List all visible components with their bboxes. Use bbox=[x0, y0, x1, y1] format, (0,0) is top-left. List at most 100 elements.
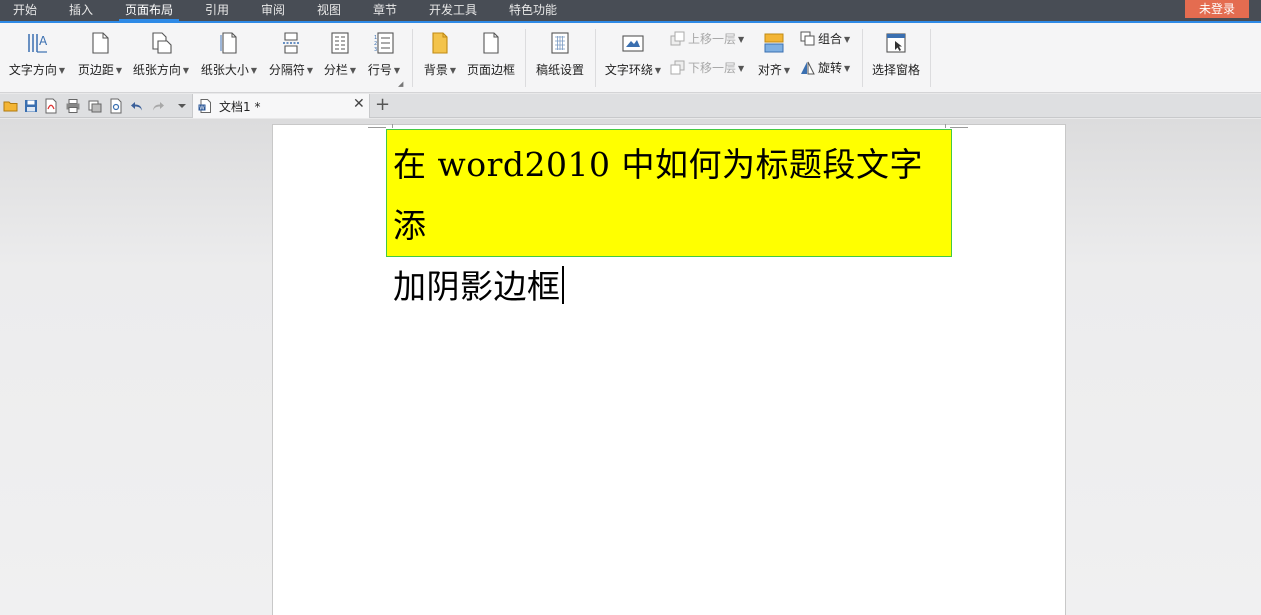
tab-page-layout[interactable]: 页面布局 bbox=[118, 0, 180, 21]
export-pdf-icon[interactable] bbox=[43, 98, 59, 114]
paper-size-label: 纸张大小 bbox=[200, 63, 249, 77]
ribbon-separator bbox=[595, 29, 596, 87]
selection-pane-button[interactable]: 选择窗格 bbox=[868, 23, 924, 93]
rotate-icon bbox=[801, 61, 815, 75]
chevron-down-icon: ▼ bbox=[738, 35, 745, 44]
menu-bar: 开始 插入 页面布局 引用 审阅 视图 章节 开发工具 特色功能 未登录 bbox=[0, 0, 1261, 21]
ribbon: A 文字方向 ▼ 页边距 ▼ 纸张方向 ▼ 纸张大小 ▼ 分隔符 ▼ 分栏 ▼ … bbox=[0, 23, 1261, 93]
title-line-2: 加阴影边框 bbox=[393, 267, 561, 306]
dialog-launcher-icon[interactable]: ◢ bbox=[398, 81, 405, 88]
background-label: 背景 bbox=[423, 63, 448, 77]
bring-forward-button[interactable]: 上移一层 ▼ bbox=[670, 29, 744, 49]
chevron-down-icon: ▼ bbox=[783, 66, 791, 75]
background-button[interactable]: 背景 ▼ bbox=[418, 23, 462, 93]
background-icon bbox=[432, 32, 448, 54]
save-icon[interactable] bbox=[23, 98, 39, 114]
align-label: 对齐 bbox=[757, 63, 782, 77]
new-tab-plus-icon[interactable]: + bbox=[375, 94, 390, 116]
send-backward-icon bbox=[670, 60, 685, 75]
word-document-icon: W bbox=[198, 99, 211, 113]
tab-insert[interactable]: 插入 bbox=[69, 0, 93, 21]
margin-crop-mark bbox=[950, 127, 968, 128]
title-paragraph-text[interactable]: 在 word2010 中如何为标题段文字添 加阴影边框 bbox=[393, 134, 949, 317]
margins-icon bbox=[92, 32, 109, 54]
chevron-down-icon: ▼ bbox=[844, 64, 851, 73]
title-line-1: 在 word2010 中如何为标题段文字添 bbox=[393, 145, 923, 245]
print-icon[interactable] bbox=[65, 98, 81, 114]
text-wrapping-button[interactable]: 文字环绕 ▼ bbox=[602, 23, 664, 93]
manuscript-grid-icon bbox=[551, 32, 569, 54]
document-tab-title: 文档1 * bbox=[219, 100, 261, 114]
document-tab-strip: W 文档1 * ✕ + bbox=[0, 94, 1261, 118]
selection-pane-label: 选择窗格 bbox=[871, 63, 920, 77]
margins-button[interactable]: 页边距 ▼ bbox=[74, 23, 126, 93]
align-icon bbox=[764, 33, 784, 53]
selection-pane-icon bbox=[886, 33, 906, 53]
line-numbers-label: 行号 bbox=[367, 63, 392, 77]
margins-label: 页边距 bbox=[77, 63, 114, 77]
tab-review[interactable]: 审阅 bbox=[261, 0, 285, 21]
customize-toolbar-chevron-icon[interactable] bbox=[174, 98, 190, 114]
chevron-down-icon: ▼ bbox=[306, 66, 314, 75]
breaks-button[interactable]: 分隔符 ▼ bbox=[266, 23, 316, 93]
redo-icon[interactable] bbox=[150, 98, 166, 114]
text-wrapping-label: 文字环绕 bbox=[604, 63, 653, 77]
orientation-icon bbox=[152, 32, 172, 54]
tab-sections[interactable]: 章节 bbox=[373, 0, 397, 21]
page-borders-button[interactable]: 页面边框 bbox=[464, 23, 518, 93]
chevron-down-icon: ▼ bbox=[115, 66, 123, 75]
columns-icon bbox=[331, 32, 349, 54]
chevron-down-icon: ▼ bbox=[844, 35, 851, 44]
bring-forward-icon bbox=[670, 31, 685, 46]
login-button[interactable]: 未登录 bbox=[1185, 0, 1249, 18]
tab-home[interactable]: 开始 bbox=[13, 0, 37, 21]
bring-forward-label: 上移一层 bbox=[688, 32, 737, 46]
group-label: 组合 bbox=[818, 32, 843, 46]
text-direction-icon: A bbox=[28, 34, 48, 53]
rotate-button[interactable]: 旋转 ▼ bbox=[800, 58, 850, 78]
document-tab[interactable]: W 文档1 * ✕ bbox=[192, 94, 370, 118]
title-paragraph-shaded-box[interactable]: 在 word2010 中如何为标题段文字添 加阴影边框 bbox=[386, 129, 952, 306]
svg-text:A: A bbox=[39, 34, 48, 48]
page-borders-icon bbox=[483, 32, 499, 54]
ribbon-separator bbox=[862, 29, 863, 87]
ribbon-separator bbox=[412, 29, 413, 87]
chevron-down-icon: ▼ bbox=[393, 66, 401, 75]
ribbon-separator bbox=[525, 29, 526, 87]
svg-text:W: W bbox=[199, 106, 205, 112]
chevron-down-icon: ▼ bbox=[738, 64, 745, 73]
chevron-down-icon: ▼ bbox=[182, 66, 190, 75]
print-preview-icon[interactable] bbox=[87, 98, 103, 114]
close-icon[interactable]: ✕ bbox=[353, 96, 365, 112]
paper-size-button[interactable]: 纸张大小 ▼ bbox=[198, 23, 260, 93]
tab-references[interactable]: 引用 bbox=[205, 0, 229, 21]
ribbon-separator bbox=[930, 29, 931, 87]
tab-special-features[interactable]: 特色功能 bbox=[509, 0, 557, 21]
columns-button[interactable]: 分栏 ▼ bbox=[320, 23, 360, 93]
chevron-down-icon: ▼ bbox=[250, 66, 258, 75]
undo-icon[interactable] bbox=[129, 98, 145, 114]
text-wrapping-icon bbox=[622, 35, 644, 52]
paper-size-icon bbox=[220, 32, 237, 54]
rotate-label: 旋转 bbox=[818, 61, 843, 75]
page-break-icon bbox=[283, 32, 299, 54]
chevron-down-icon: ▼ bbox=[58, 66, 66, 75]
manuscript-settings-button[interactable]: 稿纸设置 bbox=[532, 23, 588, 93]
breaks-label: 分隔符 bbox=[268, 63, 305, 77]
text-cursor bbox=[561, 266, 564, 304]
margin-crop-mark bbox=[392, 124, 393, 128]
send-backward-button[interactable]: 下移一层 ▼ bbox=[670, 58, 744, 78]
align-button[interactable]: 对齐 ▼ bbox=[754, 23, 794, 93]
manuscript-settings-label: 稿纸设置 bbox=[535, 63, 584, 77]
svg-text:3: 3 bbox=[374, 47, 377, 53]
preview-magnifier-icon[interactable] bbox=[108, 98, 124, 114]
tab-view[interactable]: 视图 bbox=[317, 0, 341, 21]
text-direction-button[interactable]: A 文字方向 ▼ bbox=[6, 23, 68, 93]
page-borders-label: 页面边框 bbox=[466, 63, 515, 77]
group-button[interactable]: 组合 ▼ bbox=[800, 29, 850, 49]
open-folder-icon[interactable] bbox=[3, 98, 19, 114]
tab-developer-tools[interactable]: 开发工具 bbox=[429, 0, 477, 21]
text-direction-label: 文字方向 bbox=[8, 63, 57, 77]
orientation-button[interactable]: 纸张方向 ▼ bbox=[130, 23, 192, 93]
line-numbers-icon: 123 bbox=[374, 32, 394, 54]
